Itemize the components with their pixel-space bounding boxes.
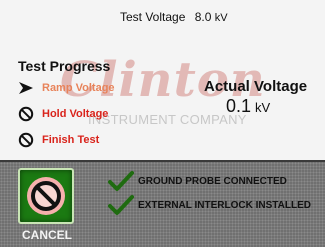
actual-voltage-readout: 0.1 kV	[226, 96, 270, 117]
test-voltage-readout: Test Voltage 8.0 kV	[120, 10, 228, 24]
hipot-test-screen: Clinton INSTRUMENT COMPANY Test Voltage …	[0, 0, 325, 247]
status-ground-probe: GROUND PROBE CONNECTED	[108, 170, 287, 192]
test-voltage-value: 8.0	[194, 10, 212, 24]
step-label: Finish Test	[42, 134, 100, 146]
cancel-button[interactable]	[18, 168, 74, 224]
test-voltage-label: Test Voltage	[120, 10, 186, 24]
actual-voltage-title: Actual Voltage	[204, 78, 308, 95]
status-external-interlock: EXTERNAL INTERLOCK INSTALLED	[108, 194, 311, 216]
arrow-right-icon	[19, 82, 33, 94]
step-label: Ramp Voltage	[42, 82, 115, 94]
step-hold-voltage: Hold Voltage	[18, 106, 108, 122]
status-text: GROUND PROBE CONNECTED	[138, 175, 287, 187]
checkmark-icon	[108, 195, 134, 215]
actual-voltage-unit: kV	[255, 100, 271, 115]
step-finish-test: Finish Test	[18, 132, 99, 148]
prohibited-icon	[18, 132, 34, 148]
status-text: EXTERNAL INTERLOCK INSTALLED	[138, 199, 311, 211]
cancel-label: CANCEL	[22, 228, 72, 242]
checkmark-icon	[108, 171, 134, 191]
step-label: Hold Voltage	[42, 108, 109, 120]
watermark-subtitle: INSTRUMENT COMPANY	[88, 112, 247, 127]
actual-voltage-value: 0.1	[226, 96, 252, 116]
prohibited-icon	[27, 177, 65, 215]
test-voltage-unit: kV	[214, 12, 228, 24]
prohibited-icon	[18, 106, 34, 122]
step-ramp-voltage: Ramp Voltage	[18, 80, 115, 96]
control-panel: CANCEL GROUND PROBE CONNECTED EXTERNAL I…	[0, 160, 325, 247]
test-progress-title: Test Progress	[18, 58, 111, 74]
